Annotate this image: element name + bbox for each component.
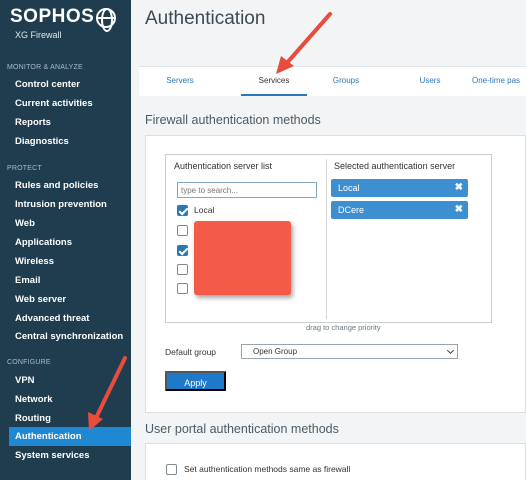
checkbox[interactable] bbox=[177, 245, 188, 256]
server-search-input[interactable] bbox=[177, 182, 317, 198]
section-title-monitor: MONITOR & ANALYZE bbox=[7, 64, 83, 71]
sidebar-item-network[interactable]: Network bbox=[9, 390, 131, 409]
sidebar-item-vpn[interactable]: VPN bbox=[9, 371, 131, 390]
sidebar-item-applications[interactable]: Applications bbox=[9, 233, 131, 252]
sophos-logo: SOPHOS XG Firewall bbox=[10, 6, 125, 40]
same-as-firewall-label: Set authentication methods same as firew… bbox=[184, 464, 351, 474]
sidebar-item-rules-and-policies[interactable]: Rules and policies bbox=[9, 176, 131, 195]
section-title-protect: PROTECT bbox=[7, 165, 42, 172]
user-portal-auth-heading: User portal authentication methods bbox=[145, 422, 339, 436]
sidebar-item-web-server[interactable]: Web server bbox=[9, 290, 131, 309]
remove-icon[interactable]: ✖ bbox=[455, 201, 463, 219]
server-label: Local bbox=[194, 205, 215, 215]
checkbox[interactable] bbox=[177, 283, 188, 294]
selected-server-title: Selected authentication server bbox=[334, 161, 456, 171]
section-title-configure: CONFIGURE bbox=[7, 359, 51, 366]
tab-one-time-password[interactable]: One-time pas bbox=[472, 67, 526, 96]
product-name: XG Firewall bbox=[15, 30, 62, 40]
main-content: Authentication Servers Services Groups U… bbox=[131, 0, 526, 480]
brand-name: SOPHOS bbox=[10, 6, 95, 27]
tab-services[interactable]: Services bbox=[241, 67, 307, 96]
selected-server-label: DCere bbox=[338, 205, 365, 215]
sidebar-item-central-synchronization[interactable]: Central synchronization bbox=[9, 327, 131, 346]
sidebar-item-current-activities[interactable]: Current activities bbox=[9, 94, 131, 113]
checkbox[interactable] bbox=[166, 464, 177, 475]
sidebar-item-control-center[interactable]: Control center bbox=[9, 75, 131, 94]
page-title: Authentication bbox=[145, 8, 266, 29]
tab-bar: Servers Services Groups Users One-time p… bbox=[139, 66, 526, 96]
default-group-value: Open Group bbox=[253, 347, 298, 356]
chevron-down-icon bbox=[446, 346, 455, 355]
default-group-label: Default group bbox=[165, 347, 217, 357]
tab-groups[interactable]: Groups bbox=[313, 67, 379, 96]
sidebar-item-intrusion-prevention[interactable]: Intrusion prevention bbox=[9, 195, 131, 214]
sidebar-item-reports[interactable]: Reports bbox=[9, 113, 131, 132]
selected-server-label: Local bbox=[338, 183, 360, 193]
redaction-box bbox=[194, 221, 291, 295]
globe-icon bbox=[96, 8, 116, 32]
checkbox[interactable] bbox=[177, 264, 188, 275]
drag-priority-hint: drag to change priority bbox=[306, 323, 381, 332]
sidebar-item-advanced-threat[interactable]: Advanced threat bbox=[9, 309, 131, 328]
column-divider bbox=[326, 159, 327, 319]
checkbox[interactable] bbox=[177, 225, 188, 236]
sidebar-item-system-services[interactable]: System services bbox=[9, 446, 131, 465]
sidebar-item-email[interactable]: Email bbox=[9, 271, 131, 290]
selected-server-chip[interactable]: Local ✖ bbox=[331, 179, 468, 197]
selected-server-chip[interactable]: DCere ✖ bbox=[331, 201, 468, 219]
sidebar-item-diagnostics[interactable]: Diagnostics bbox=[9, 132, 131, 151]
checkbox[interactable] bbox=[177, 205, 188, 216]
sidebar-item-wireless[interactable]: Wireless bbox=[9, 252, 131, 271]
sidebar-item-routing[interactable]: Routing bbox=[9, 409, 131, 428]
firewall-auth-heading: Firewall authentication methods bbox=[145, 113, 321, 127]
apply-button[interactable]: Apply bbox=[165, 371, 226, 391]
tab-users[interactable]: Users bbox=[397, 67, 463, 96]
sidebar-item-web[interactable]: Web bbox=[9, 214, 131, 233]
server-list-title: Authentication server list bbox=[174, 161, 273, 171]
tab-servers[interactable]: Servers bbox=[139, 67, 221, 96]
sidebar: SOPHOS XG Firewall MONITOR & ANALYZE Con… bbox=[0, 0, 131, 480]
sidebar-item-authentication[interactable]: Authentication bbox=[9, 427, 131, 446]
auth-server-selector: Authentication server list Local Selecte… bbox=[165, 154, 492, 323]
remove-icon[interactable]: ✖ bbox=[455, 179, 463, 197]
default-group-select[interactable]: Open Group bbox=[241, 344, 458, 359]
user-portal-auth-card: Set authentication methods same as firew… bbox=[145, 443, 526, 480]
